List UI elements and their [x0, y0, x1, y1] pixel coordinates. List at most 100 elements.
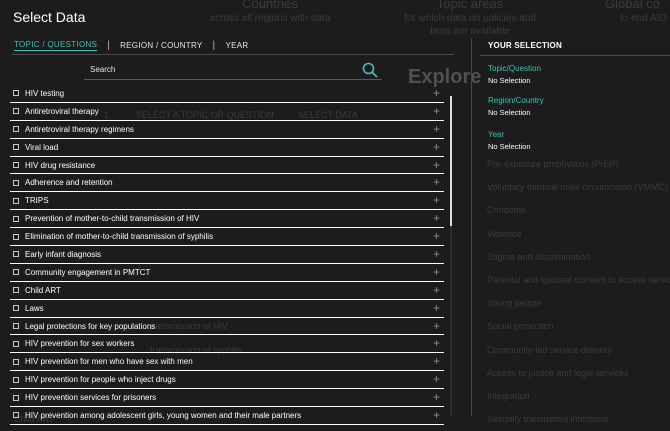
checkbox[interactable]	[13, 323, 19, 330]
item-label: HIV prevention for people who inject dru…	[25, 375, 176, 385]
plus-icon[interactable]: +	[433, 409, 440, 421]
plus-icon[interactable]: +	[433, 373, 440, 385]
selection-value: No Selection	[488, 142, 531, 151]
item-label: HIV prevention services for prisoners	[25, 393, 157, 403]
list-item[interactable]: HIV prevention for men who have sex with…	[10, 353, 444, 372]
list-item[interactable]: HIV prevention services for prisoners +	[10, 389, 444, 408]
list-item[interactable]: Adherence and retention +	[10, 174, 444, 193]
item-label: Early infant diagnosis	[25, 249, 102, 259]
search-input[interactable]	[90, 62, 350, 77]
checkbox[interactable]	[13, 287, 19, 294]
selection-divider	[480, 55, 670, 56]
scroll-thumb[interactable]	[450, 96, 452, 226]
checkbox[interactable]	[13, 108, 19, 115]
checkbox[interactable]	[13, 376, 19, 383]
plus-icon[interactable]: +	[433, 320, 440, 332]
plus-icon[interactable]: +	[433, 248, 440, 260]
list-item[interactable]: HIV prevention among adolescent girls, y…	[10, 407, 444, 425]
tab-separator: |	[212, 40, 216, 51]
checkbox[interactable]	[13, 162, 19, 168]
tabs-divider	[12, 54, 454, 55]
checkbox[interactable]	[13, 340, 19, 347]
checkbox[interactable]	[13, 269, 19, 276]
item-label: Laws	[25, 303, 44, 313]
item-label: Child ART	[25, 285, 61, 295]
tab-region-country[interactable]: REGION / COUNTRY	[120, 41, 202, 50]
list-item[interactable]: Antiretroviral therapy regimens +	[10, 121, 444, 139]
list-item[interactable]: HIV prevention for sex workers +	[10, 335, 444, 354]
plus-icon[interactable]: +	[433, 105, 440, 117]
selection-label: Region/Country	[488, 96, 544, 105]
selection-label: Year	[488, 130, 505, 139]
plus-icon[interactable]: +	[433, 266, 440, 278]
checkbox[interactable]	[13, 215, 19, 222]
item-label: Viral load	[25, 142, 59, 152]
checkbox[interactable]	[13, 233, 19, 240]
item-label: HIV prevention for sex workers	[25, 339, 135, 349]
plus-icon[interactable]: +	[433, 212, 440, 224]
list-item[interactable]: TRIPS +	[10, 192, 444, 211]
item-label: Antiretroviral therapy regimens	[25, 124, 134, 134]
tab-bar: TOPIC / QUESTIONS | REGION / COUNTRY | Y…	[14, 40, 248, 51]
item-label: HIV prevention among adolescent girls, y…	[25, 410, 302, 420]
item-label: Antiretroviral therapy	[25, 106, 99, 116]
search-icon[interactable]	[362, 62, 378, 78]
selection-value: No Selection	[488, 76, 531, 85]
plus-icon[interactable]: +	[433, 159, 440, 171]
plus-icon[interactable]: +	[433, 87, 440, 99]
checkbox[interactable]	[13, 197, 19, 204]
selection-value: No Selection	[488, 108, 531, 117]
list-item[interactable]: HIV drug resistance +	[10, 157, 444, 175]
selection-year: Year No Selection	[488, 130, 531, 151]
selection-heading: YOUR SELECTION	[488, 41, 562, 50]
checkbox[interactable]	[13, 412, 19, 419]
checkbox[interactable]	[13, 305, 19, 312]
plus-icon[interactable]: +	[433, 123, 440, 135]
plus-icon[interactable]: +	[433, 284, 440, 296]
checkbox[interactable]	[13, 251, 19, 258]
item-label: Legal protections for key populations	[25, 321, 156, 331]
plus-icon[interactable]: +	[433, 141, 440, 153]
list-item[interactable]: Laws +	[10, 300, 444, 318]
list-item[interactable]: Community engagement in PMTCT +	[10, 264, 444, 282]
list-item[interactable]: HIV testing +	[10, 85, 444, 103]
list-item[interactable]: HIV prevention for people who inject dru…	[10, 371, 444, 390]
selection-label: Topic/Question	[488, 64, 541, 73]
list-item[interactable]: Antiretroviral therapy +	[10, 103, 444, 121]
plus-icon[interactable]: +	[433, 302, 440, 314]
plus-icon[interactable]: +	[433, 337, 440, 349]
plus-icon[interactable]: +	[433, 355, 440, 367]
tab-year[interactable]: YEAR	[225, 41, 248, 50]
item-label: Elimination of mother-to-child transmiss…	[25, 232, 214, 242]
checkbox[interactable]	[13, 394, 19, 401]
item-label: TRIPS	[25, 196, 49, 206]
panel-divider	[471, 38, 472, 416]
item-label: Adherence and retention	[25, 178, 113, 188]
list-item[interactable]: Legal protections for key populations +	[10, 318, 444, 336]
tab-topic-questions[interactable]: TOPIC / QUESTIONS	[14, 40, 98, 51]
your-selection-panel: YOUR SELECTION Topic/Question No Selecti…	[480, 41, 670, 151]
tab-separator: |	[107, 40, 111, 51]
list-item[interactable]: Prevention of mother-to-child transmissi…	[10, 210, 444, 229]
item-label: HIV drug resistance	[25, 160, 96, 170]
list-item[interactable]: Child ART +	[10, 282, 444, 300]
list-item[interactable]: Early infant diagnosis +	[10, 246, 444, 264]
item-label: HIV prevention for men who have sex with…	[25, 357, 193, 367]
item-label: HIV testing	[25, 88, 65, 98]
checkbox[interactable]	[13, 126, 19, 133]
item-label: Community engagement in PMTCT	[25, 267, 151, 277]
list-item[interactable]: Viral load +	[10, 139, 444, 157]
list-item[interactable]: Elimination of mother-to-child transmiss…	[10, 228, 444, 247]
topic-list: HIV testing + Antiretroviral therapy + Ant…	[10, 85, 444, 431]
checkbox[interactable]	[13, 90, 19, 97]
selection-topic: Topic/Question No Selection	[488, 64, 541, 85]
checkbox[interactable]	[13, 358, 19, 365]
plus-icon[interactable]: +	[433, 230, 440, 242]
plus-icon[interactable]: +	[433, 194, 440, 206]
plus-icon[interactable]: +	[433, 391, 440, 403]
checkbox[interactable]	[13, 179, 19, 186]
plus-icon[interactable]: +	[433, 176, 440, 188]
select-data-modal: Select Data TOPIC / QUESTIONS | REGION /…	[0, 0, 670, 431]
checkbox[interactable]	[13, 144, 19, 151]
list-scrollbar[interactable]	[450, 96, 452, 416]
